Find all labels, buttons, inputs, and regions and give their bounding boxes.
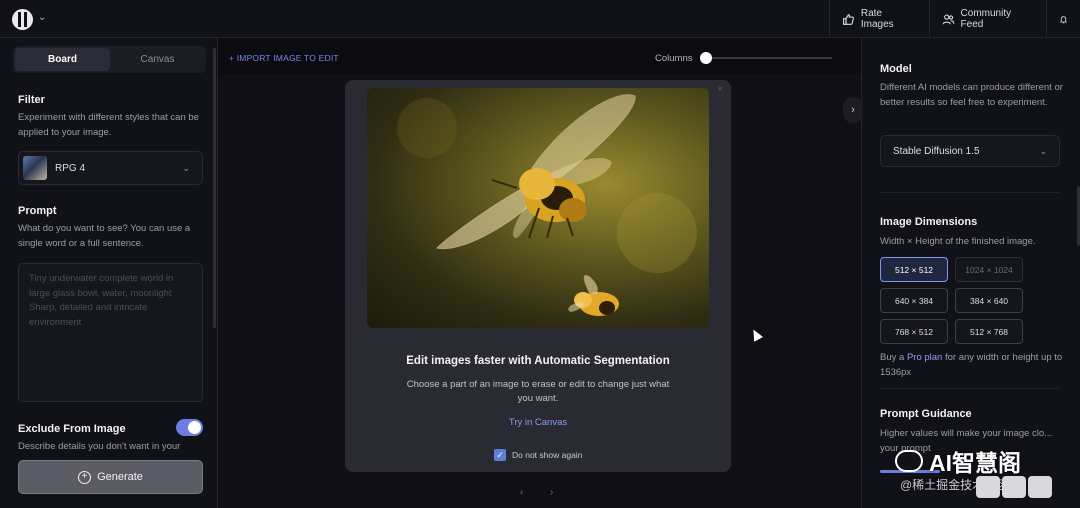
badge-icon [976,476,1000,498]
pro-plan-link[interactable]: Pro plan [907,352,942,363]
plus-circle-icon: + [78,470,92,484]
dimensions-description: Width × Height of the finished image. [880,236,1036,247]
filter-thumbnail [23,156,47,180]
chat-bubble-icon [895,450,923,472]
rate-images-label: Rate Images [860,8,894,30]
badge-icon [1028,476,1052,498]
modal-description: Choose a part of an image to erase or ed… [406,379,670,404]
tab-canvas[interactable]: Canvas [110,48,205,71]
guidance-heading: Prompt Guidance [880,408,972,420]
divider [880,388,1060,389]
dimension-option-512x768[interactable]: 512 × 768 [955,319,1023,344]
right-panel: Model Different AI models can produce di… [861,38,1080,508]
dimension-option-640x384[interactable]: 640 × 384 [880,288,948,313]
checkbox-checked-icon[interactable]: ✓ [494,449,506,461]
generate-label: Generate [97,471,143,483]
exclude-description: Describe details you don't want in your [18,441,181,451]
thumbs-up-icon [843,13,854,25]
do-not-show-checkbox[interactable]: ✓ Do not show again [494,449,582,461]
dimension-option-512x512[interactable]: 512 × 512 [880,257,948,282]
chevron-down-icon[interactable]: ⌄ [38,12,46,23]
left-scrollbar[interactable] [213,48,216,328]
tab-board[interactable]: Board [15,48,110,71]
community-feed-label: Community Feed [960,8,1012,30]
chevron-down-icon: ⌄ [182,162,190,173]
dimension-option-1024x1024[interactable]: 1024 × 1024 [955,257,1023,282]
filter-select[interactable]: RPG 4 ⌄ [18,151,203,185]
bee-image [367,88,709,328]
filter-heading: Filter [18,94,45,106]
view-toggle: Board Canvas [13,46,206,73]
dimensions-heading: Image Dimensions [880,216,978,228]
watermark-badges [976,476,1052,498]
prompt-description: What do you want to see? You can use a s… [18,223,191,249]
do-not-show-label: Do not show again [512,450,583,460]
notifications-button[interactable] [1046,0,1080,38]
filter-description: Experiment with different styles that ca… [18,112,199,138]
prompt-heading: Prompt [18,205,57,217]
divider [880,192,1060,193]
modal-title: Edit images faster with Automatic Segmen… [406,355,670,367]
dimension-option-768x512[interactable]: 768 × 512 [880,319,948,344]
rate-images-button[interactable]: Rate Images [829,0,929,38]
generate-button[interactable]: + Generate [18,460,203,494]
columns-slider-track[interactable] [705,57,832,59]
chevron-down-icon: ⌄ [1039,145,1047,156]
exclude-toggle[interactable] [176,419,203,436]
bee-illustration [397,94,697,316]
columns-slider-handle[interactable] [700,52,712,64]
pro-plan-note: Buy a Pro plan for any width or height u… [880,350,1065,380]
app-logo-icon[interactable] [12,9,33,30]
users-icon [942,14,955,24]
bell-icon [1059,15,1068,23]
model-value: Stable Diffusion 1.5 [893,145,980,157]
model-description: Different AI models can produce differen… [880,82,1063,108]
left-panel: Board Canvas Filter Experiment with diff… [0,38,218,508]
segmentation-modal: × Edit images faster with Automatic Segm… [345,80,731,472]
watermark-name: AI智慧阁 [929,450,1021,476]
try-in-canvas-link[interactable]: Try in Canvas [345,417,731,428]
community-feed-button[interactable]: Community Feed [929,0,1046,38]
columns-label: Columns [655,53,693,64]
canvas-area: + IMPORT IMAGE TO EDIT Columns × Edit im… [218,38,863,508]
model-select[interactable]: Stable Diffusion 1.5 ⌄ [880,135,1060,167]
watermark: AI智慧阁 [895,444,1021,478]
model-heading: Model [880,63,912,75]
close-icon[interactable]: × [717,84,723,95]
next-page-button[interactable]: › [550,487,553,498]
filter-value: RPG 4 [55,162,86,174]
import-image-link[interactable]: + IMPORT IMAGE TO EDIT [229,53,339,63]
top-bar: ⌄ Rate Images Community Feed [0,0,1080,38]
badge-icon [1002,476,1026,498]
expand-panel-button[interactable]: › [843,97,863,123]
pro-plan-prefix: Buy a [880,352,907,363]
dimension-option-384x640[interactable]: 384 × 640 [955,288,1023,313]
prev-page-button[interactable]: ‹ [520,487,523,498]
prompt-input[interactable]: Tiny underwater complete world in large … [18,263,203,402]
exclude-heading: Exclude From Image [18,423,126,435]
